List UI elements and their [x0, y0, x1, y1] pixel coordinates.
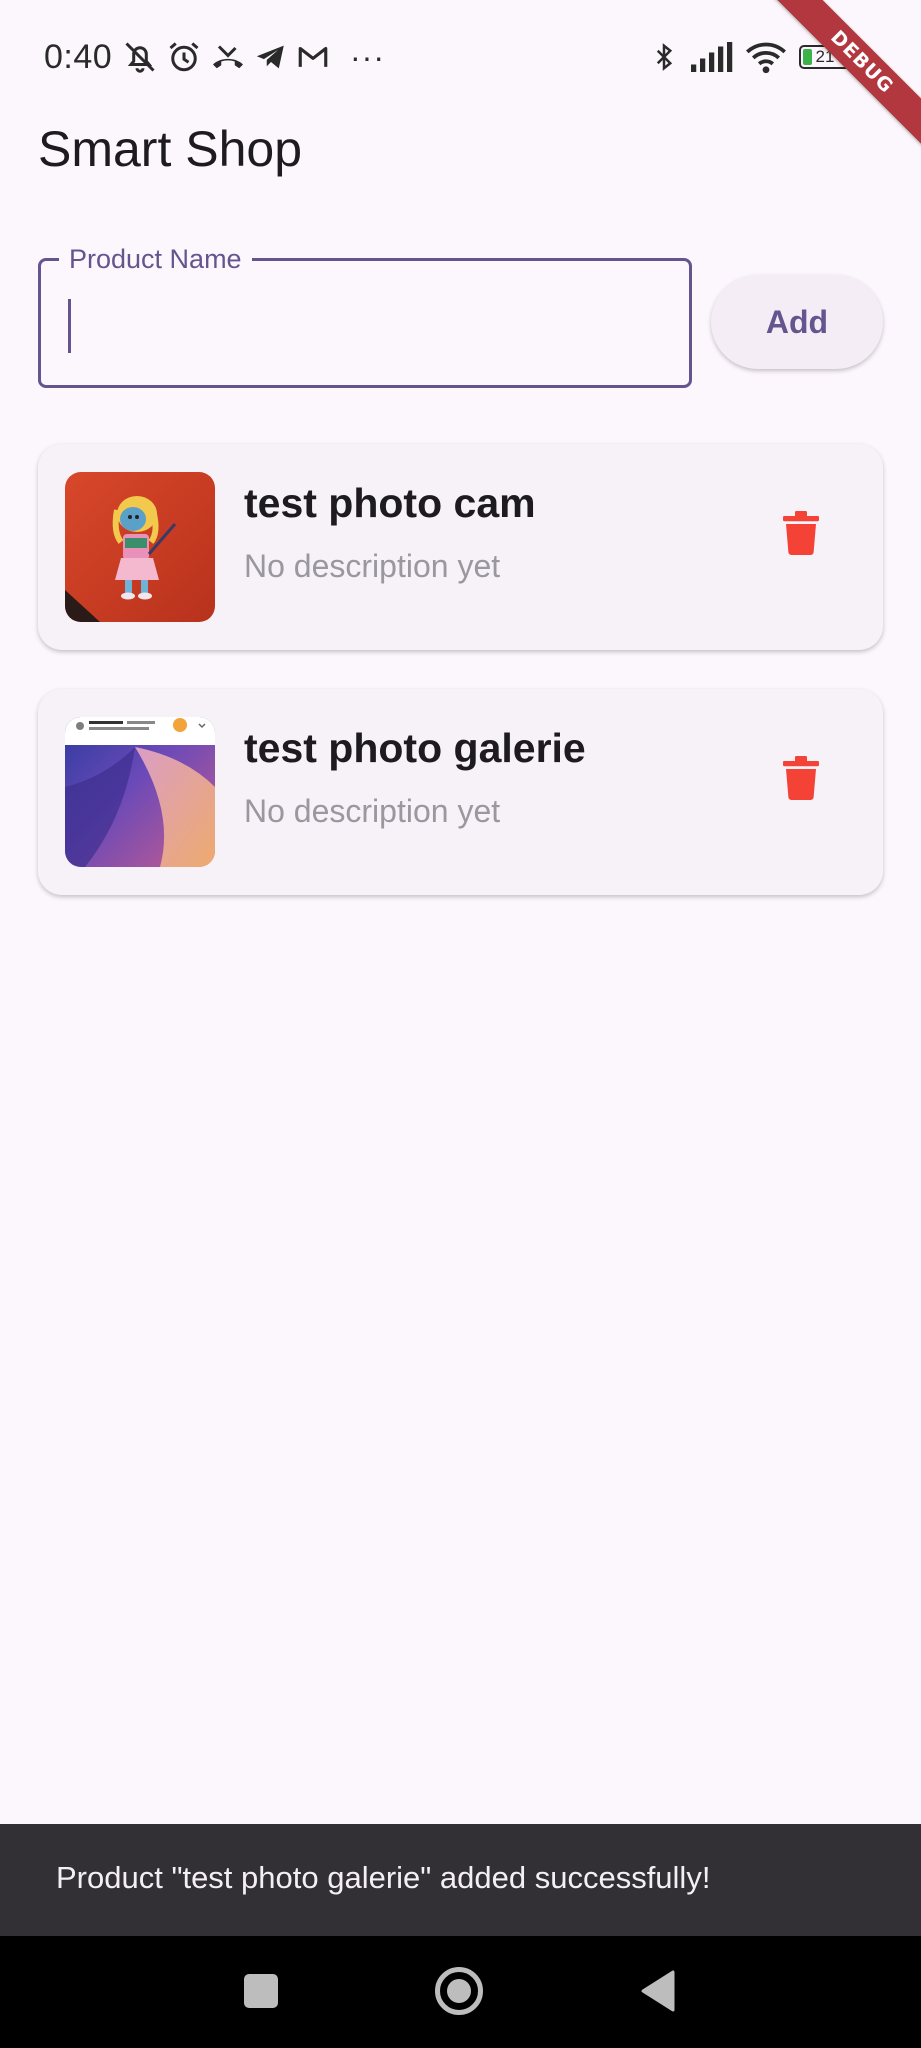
- text-cursor: [68, 299, 71, 353]
- battery-icon: 21: [799, 45, 856, 69]
- battery-level: 21: [815, 47, 835, 66]
- alarm-icon: [169, 42, 199, 72]
- page-title: Smart Shop: [38, 121, 303, 177]
- missed-call-icon: [213, 45, 243, 69]
- product-card[interactable]: test photo galerie No description yet: [38, 689, 883, 895]
- back-icon[interactable]: [640, 1970, 676, 2012]
- gallery-screenshot-image: [65, 717, 215, 867]
- signal-icon: [691, 42, 733, 72]
- status-time: 0:40: [44, 38, 113, 76]
- status-bar: 0:40 ··· 21: [0, 0, 921, 112]
- recents-icon[interactable]: [244, 1974, 278, 2008]
- product-thumbnail: [65, 717, 215, 867]
- product-thumbnail: [65, 472, 215, 622]
- product-description: No description yet: [244, 548, 501, 584]
- add-button[interactable]: Add: [711, 275, 883, 369]
- gmail-icon: [298, 46, 328, 67]
- product-name: test photo cam: [244, 480, 536, 526]
- product-name: test photo galerie: [244, 725, 586, 771]
- system-navigation-bar: [0, 1936, 921, 2048]
- delete-button[interactable]: [766, 498, 836, 568]
- bluetooth-icon: [656, 43, 673, 71]
- product-name-input[interactable]: Product Name: [38, 242, 692, 388]
- notification-icons: ···: [122, 38, 385, 76]
- product-card[interactable]: test photo cam No description yet: [38, 444, 883, 650]
- delete-button[interactable]: [766, 743, 836, 813]
- telegram-icon: [256, 45, 284, 69]
- product-name-label: Product Name: [59, 242, 252, 276]
- wifi-icon: [746, 42, 786, 74]
- camera-photo-image: [65, 472, 215, 622]
- snackbar: Product "test photo galerie" added succe…: [0, 1824, 921, 1936]
- trash-icon: [783, 511, 819, 555]
- product-description: No description yet: [244, 793, 501, 829]
- trash-icon: [783, 756, 819, 800]
- home-icon[interactable]: [435, 1967, 483, 2015]
- snackbar-message: Product "test photo galerie" added succe…: [56, 1860, 711, 1895]
- mute-icon: [125, 42, 155, 73]
- more-notifications-indicator: ···: [350, 39, 385, 75]
- system-icons: 21: [649, 38, 856, 76]
